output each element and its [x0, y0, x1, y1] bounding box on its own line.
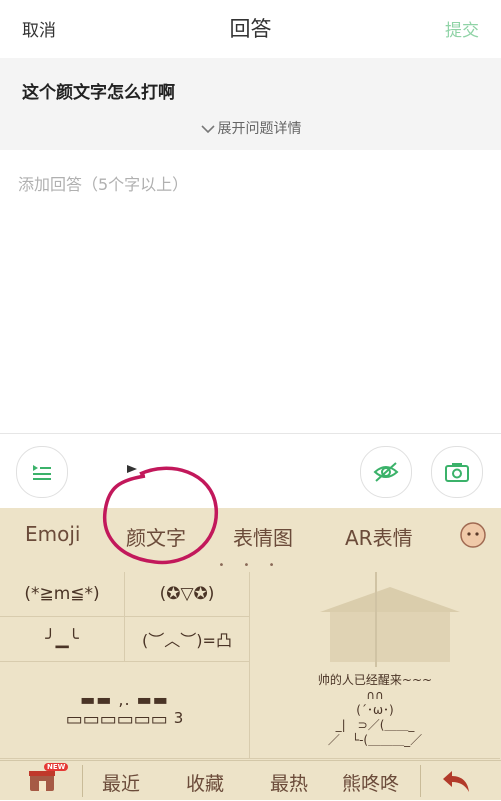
selected-tab-ring — [102, 466, 218, 565]
kaomoji-line: ▭▭▭▭▭▭ — [65, 709, 168, 730]
kaomoji-line: 3 — [173, 709, 184, 727]
kaomoji-item[interactable]: (*≧m≦*) — [0, 572, 125, 617]
keyboard-tabs: Emoji 颜文字 表情图 AR表情 — [0, 508, 501, 560]
answer-input[interactable]: 添加回答（5个字以上） — [18, 171, 188, 195]
camera-icon — [445, 463, 469, 482]
kaomoji-line: 帅的人已经醒来~~~ — [317, 672, 433, 687]
chevron-down-icon — [200, 125, 215, 134]
avatar-icon — [460, 522, 486, 548]
kaomoji-item[interactable]: (︶︿︶)=凸 — [125, 617, 250, 662]
kaomoji-line: ▬▬ ,. ▬▬ — [80, 690, 169, 709]
kaomoji-line: ∩∩ — [366, 687, 384, 702]
question-panel: 这个颜文字怎么打啊 展开问题详情 — [0, 58, 501, 150]
separator — [420, 765, 421, 797]
mouse-cursor-icon — [127, 465, 137, 473]
kaomoji-grid: (*≧m≦*) (✪▽✪) ╯▁╰ (︶︿︶)=凸 ▬▬ ,. ▬▬ ▭▭▭▭▭… — [0, 572, 501, 760]
tab-recent[interactable]: 最近 — [102, 769, 140, 796]
return-arrow-icon — [443, 771, 469, 792]
tab-ar-emoji[interactable]: AR表情 — [345, 522, 413, 551]
camera-button[interactable] — [431, 446, 483, 498]
tab-stickers[interactable]: 表情图 — [233, 522, 293, 551]
kaomoji-item-large[interactable]: ▬▬ ,. ▬▬ ▭▭▭▭▭▭ 3 — [0, 662, 250, 759]
kaomoji-item[interactable]: ╯▁╰ — [0, 617, 125, 662]
expand-details-label: 展开问题详情 — [217, 121, 302, 137]
tab-bear[interactable]: 熊咚咚 — [342, 769, 399, 796]
separator — [82, 765, 83, 797]
kaomoji-line: (´･ω･) — [356, 702, 394, 717]
question-title: 这个颜文字怎么打啊 — [22, 83, 175, 103]
submit-button[interactable]: 提交 — [445, 16, 479, 41]
tab-hottest[interactable]: 最热 — [270, 769, 308, 796]
tab-emoji[interactable]: Emoji — [25, 522, 80, 546]
divider — [0, 433, 501, 434]
top-bar: 取消 回答 提交 — [0, 0, 501, 56]
kaomoji-item[interactable]: (✪▽✪) — [125, 572, 250, 617]
page-indicator: • • • — [218, 560, 283, 571]
eye-off-icon — [373, 462, 399, 482]
list-icon — [33, 465, 51, 480]
back-button[interactable] — [440, 767, 480, 797]
tab-favorites[interactable]: 收藏 — [186, 769, 224, 796]
kaomoji-line: ／ └-(＿＿＿_／ — [327, 732, 423, 747]
new-badge: NEW — [44, 763, 69, 771]
anonymous-toggle-button[interactable] — [360, 446, 412, 498]
insert-list-button[interactable] — [16, 446, 68, 498]
emoticon-keyboard: Emoji 颜文字 表情图 AR表情 • • • (*≧m≦*) (✪▽✪) ╯… — [0, 465, 501, 801]
page-title: 回答 — [229, 17, 272, 41]
keyboard-bottom-bar: NEW 最近 收藏 最热 熊咚咚 — [0, 760, 501, 801]
kaomoji-item-large[interactable]: 帅的人已经醒来~~~ ∩∩ (´･ω･) _| ⊃／(＿＿_ ／ └-(＿＿＿_… — [250, 662, 500, 759]
store-button[interactable]: NEW — [26, 763, 69, 797]
expand-details-link[interactable]: 展开问题详情 — [0, 118, 501, 138]
kaomoji-line: _| ⊃／(＿＿_ — [335, 717, 415, 732]
